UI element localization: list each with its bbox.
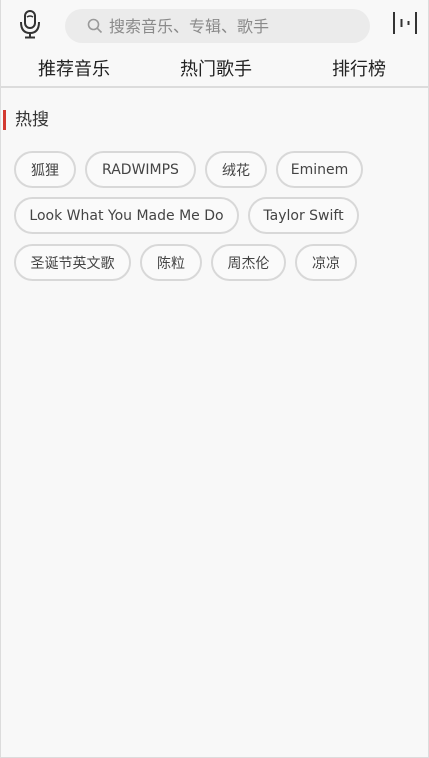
hot-tag[interactable]: 绒花	[205, 151, 267, 188]
now-playing-button[interactable]	[391, 11, 419, 39]
hot-search-title: 热搜	[3, 110, 49, 130]
search-input[interactable]	[109, 16, 359, 36]
voice-search-button[interactable]	[15, 9, 45, 43]
hot-tag[interactable]: 圣诞节英文歌	[14, 244, 131, 281]
top-bar	[1, 0, 428, 52]
hot-tag[interactable]: 狐狸	[14, 151, 76, 188]
hot-tag[interactable]: 周杰伦	[211, 244, 286, 281]
tab-hot-singers[interactable]: 热门歌手	[180, 55, 252, 81]
hot-tag[interactable]: 陈粒	[140, 244, 202, 281]
hot-tag[interactable]: Taylor Swift	[248, 197, 359, 234]
search-bar[interactable]	[65, 9, 370, 43]
hot-tag[interactable]: Look What You Made Me Do	[14, 197, 239, 234]
hot-tag[interactable]: Eminem	[276, 151, 363, 188]
search-icon	[87, 18, 103, 34]
tab-bar: 推荐音乐 热门歌手 排行榜	[1, 52, 428, 88]
tab-charts[interactable]: 排行榜	[332, 55, 386, 81]
microphone-icon	[17, 8, 43, 44]
hot-tag[interactable]: 凉凉	[295, 244, 357, 281]
now-playing-bars-icon	[392, 11, 418, 39]
hot-tag[interactable]: RADWIMPS	[85, 151, 196, 188]
tab-recommended-music[interactable]: 推荐音乐	[38, 55, 110, 81]
app-frame: 推荐音乐 热门歌手 排行榜 热搜 狐狸 RADWIMPS 绒花 Eminem L…	[0, 0, 429, 758]
